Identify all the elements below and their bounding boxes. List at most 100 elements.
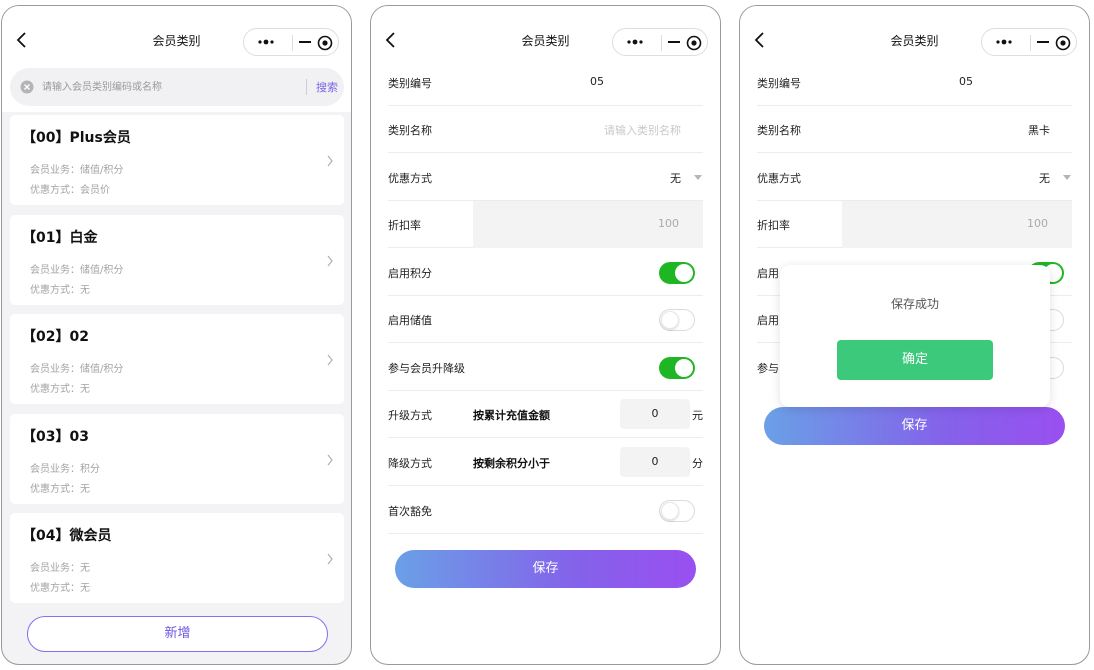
category-card[interactable]: 【02】02 会员业务：储值/积分 优惠方式：无 — [10, 314, 344, 404]
upgrade-label: 参与 — [757, 362, 779, 375]
down-mode-row: 降级方式 按剩余积分小于 0 分 — [388, 439, 703, 486]
category-discount: 优惠方式：会员价 — [30, 185, 110, 196]
down-mode-text: 按剩余积分小于 — [473, 457, 550, 470]
capsule-divider — [1030, 35, 1031, 51]
category-business: 会员业务：积分 — [30, 464, 100, 475]
category-discount: 优惠方式：无 — [30, 285, 90, 296]
code-row: 类别编号 05 — [757, 59, 1072, 106]
discount-mode-value[interactable]: 无 — [670, 170, 681, 186]
category-card[interactable]: 【00】Plus会员 会员业务：储值/积分 优惠方式：会员价 — [10, 115, 344, 205]
category-card[interactable]: 【01】白金 会员业务：储值/积分 优惠方式：无 — [10, 215, 344, 305]
dropdown-arrow-icon[interactable] — [693, 174, 703, 182]
nav-bar: 会员类别 — [2, 6, 351, 68]
discount-rate-field: 100 — [473, 201, 703, 248]
category-title: 【02】02 — [22, 329, 89, 345]
toggle-knob — [661, 502, 679, 520]
upgrade-row: 参与会员升降级 — [388, 344, 703, 391]
success-message: 保存成功 — [890, 297, 939, 311]
up-mode-input[interactable]: 0 — [620, 399, 690, 429]
search-button[interactable]: 搜索 — [316, 79, 338, 95]
discount-rate-value: 100 — [658, 217, 679, 230]
category-title: 【04】微会员 — [22, 528, 112, 544]
search-area: 搜索 — [2, 68, 351, 112]
chevron-right-icon — [327, 454, 333, 466]
capsule-divider — [292, 35, 293, 51]
discount-mode-row[interactable]: 优惠方式 无 — [388, 154, 703, 201]
category-title: 【03】03 — [22, 429, 89, 445]
chevron-right-icon — [327, 354, 333, 366]
category-card[interactable]: 【03】03 会员业务：积分 优惠方式：无 — [10, 414, 344, 504]
name-label: 类别名称 — [757, 124, 801, 137]
phone-screen-category-list: 会员类别 搜索 【00】Plus会员 会员业务：储值/积分 优惠方式：会员价 【… — [1, 5, 352, 665]
first-free-row: 首次豁免 — [388, 487, 703, 534]
discount-mode-label: 优惠方式 — [757, 172, 801, 185]
category-business: 会员业务：储值/积分 — [30, 265, 124, 276]
category-business: 会员业务：储值/积分 — [30, 364, 124, 375]
search-input[interactable] — [42, 78, 292, 96]
save-button[interactable]: 保存 — [764, 407, 1065, 445]
chevron-right-icon — [327, 553, 333, 565]
discount-mode-value[interactable]: 无 — [1039, 170, 1050, 186]
category-card[interactable]: 【04】微会员 会员业务：无 优惠方式：无 — [10, 513, 344, 603]
toggle-knob — [675, 264, 693, 282]
close-target-icon[interactable] — [1055, 35, 1071, 51]
upgrade-label: 参与会员升降级 — [388, 362, 465, 375]
close-target-icon[interactable] — [317, 35, 333, 51]
more-icon[interactable] — [625, 36, 645, 48]
code-value: 05 — [959, 75, 973, 88]
toggle-knob — [661, 311, 679, 329]
upgrade-toggle[interactable] — [659, 357, 695, 379]
category-title: 【00】Plus会员 — [22, 130, 131, 146]
discount-rate-field: 100 — [842, 201, 1072, 248]
save-button[interactable]: 保存 — [395, 550, 696, 588]
name-value[interactable]: 黑卡 — [1028, 122, 1050, 138]
name-input[interactable]: 请输入类别名称 — [604, 122, 681, 138]
category-business: 会员业务：储值/积分 — [30, 165, 124, 176]
discount-rate-row: 折扣率 100 — [757, 201, 1072, 248]
minimize-icon[interactable] — [1036, 35, 1050, 49]
code-value: 05 — [590, 75, 604, 88]
stored-toggle[interactable] — [659, 309, 695, 331]
category-discount: 优惠方式：无 — [30, 484, 90, 495]
more-icon[interactable] — [256, 36, 276, 48]
discount-rate-label: 折扣率 — [388, 219, 421, 232]
category-discount: 优惠方式：无 — [30, 583, 90, 594]
clear-icon[interactable] — [20, 80, 34, 94]
stored-label: 启用储值 — [388, 314, 432, 327]
code-label: 类别编号 — [388, 77, 432, 90]
points-label: 启用 — [757, 267, 779, 280]
chevron-right-icon — [327, 255, 333, 267]
code-row: 类别编号 05 — [388, 59, 703, 106]
toggle-knob — [675, 359, 693, 377]
mini-program-capsule — [243, 28, 339, 56]
name-row[interactable]: 类别名称 黑卡 — [757, 106, 1072, 153]
more-icon[interactable] — [994, 36, 1014, 48]
up-mode-text: 按累计充值金额 — [473, 409, 550, 422]
dropdown-arrow-icon[interactable] — [1062, 174, 1072, 182]
name-row[interactable]: 类别名称 请输入类别名称 — [388, 106, 703, 153]
confirm-button[interactable]: 确定 — [837, 340, 993, 380]
discount-rate-row: 折扣率 100 — [388, 201, 703, 248]
search-divider — [306, 79, 307, 95]
minimize-icon[interactable] — [298, 35, 312, 49]
capsule-divider — [661, 35, 662, 51]
first-free-toggle[interactable] — [659, 500, 695, 522]
points-toggle[interactable] — [659, 262, 695, 284]
phone-screen-save-success: 会员类别 类别编号 05 类别名称 黑卡 优惠方式 无 折扣率 100 启用 启… — [739, 5, 1090, 665]
category-business: 会员业务：无 — [30, 563, 90, 574]
search-bar: 搜索 — [10, 68, 344, 106]
add-category-button[interactable]: 新增 — [27, 616, 328, 652]
down-mode-unit: 分 — [692, 457, 703, 470]
points-row: 启用积分 — [388, 249, 703, 296]
success-dialog: 保存成功 确定 — [780, 265, 1050, 407]
minimize-icon[interactable] — [667, 35, 681, 49]
category-title: 【01】白金 — [22, 230, 98, 246]
discount-mode-row[interactable]: 优惠方式 无 — [757, 154, 1072, 201]
down-mode-input[interactable]: 0 — [620, 447, 690, 477]
up-mode-label: 升级方式 — [388, 409, 432, 422]
chevron-right-icon — [327, 155, 333, 167]
code-label: 类别编号 — [757, 77, 801, 90]
close-target-icon[interactable] — [686, 35, 702, 51]
mini-program-capsule — [612, 28, 708, 56]
discount-mode-label: 优惠方式 — [388, 172, 432, 185]
